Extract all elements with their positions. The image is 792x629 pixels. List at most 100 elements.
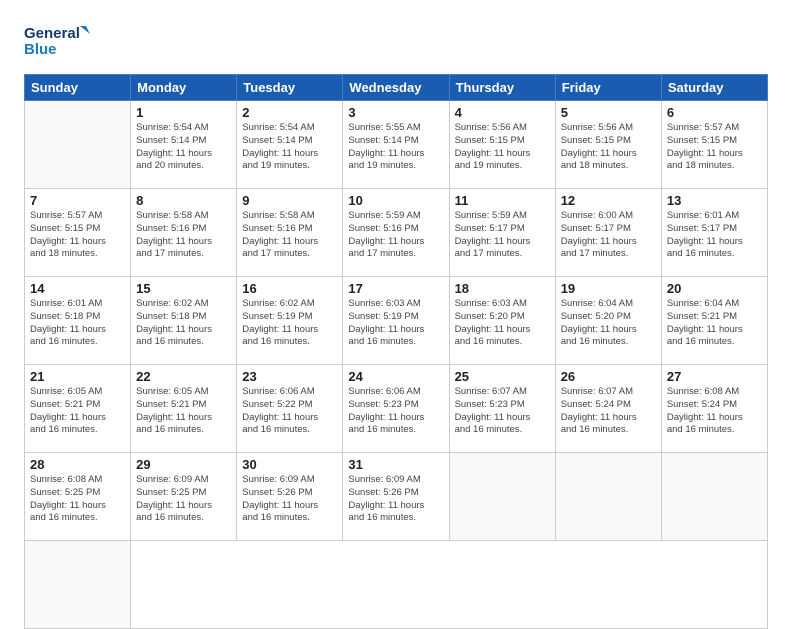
day-info: Sunrise: 5:57 AMSunset: 5:15 PMDaylight:… xyxy=(667,122,762,173)
day-number: 1 xyxy=(136,105,231,120)
day-number: 15 xyxy=(136,281,231,296)
day-number: 7 xyxy=(30,193,125,208)
calendar-row-5 xyxy=(25,541,768,629)
day-number: 8 xyxy=(136,193,231,208)
day-number: 4 xyxy=(455,105,550,120)
calendar-day-empty xyxy=(555,453,661,541)
day-info: Sunrise: 6:01 AMSunset: 5:17 PMDaylight:… xyxy=(667,210,762,261)
day-number: 21 xyxy=(30,369,125,384)
day-number: 25 xyxy=(455,369,550,384)
weekday-header-thursday: Thursday xyxy=(449,75,555,101)
logo-svg: General Blue xyxy=(24,20,94,64)
day-info: Sunrise: 5:57 AMSunset: 5:15 PMDaylight:… xyxy=(30,210,125,261)
day-info: Sunrise: 6:07 AMSunset: 5:23 PMDaylight:… xyxy=(455,386,550,437)
calendar-day-15: 15 Sunrise: 6:02 AMSunset: 5:18 PMDayligh… xyxy=(131,277,237,365)
day-info: Sunrise: 6:08 AMSunset: 5:25 PMDaylight:… xyxy=(30,474,125,525)
calendar-day-20: 20Sunrise: 6:04 AMSunset: 5:21 PMDayligh… xyxy=(661,277,767,365)
calendar-day-19: 19 Sunrise: 6:04 AMSunset: 5:20 PMDayligh… xyxy=(555,277,661,365)
day-number: 9 xyxy=(242,193,337,208)
day-number: 6 xyxy=(667,105,762,120)
calendar-day-11: 11 Sunrise: 5:59 AMSunset: 5:17 PMDayligh… xyxy=(449,189,555,277)
day-number: 10 xyxy=(348,193,443,208)
calendar-day-6: 6 Sunrise: 5:57 AMSunset: 5:15 PMDaylight… xyxy=(661,101,767,189)
day-info: Sunrise: 6:00 AMSunset: 5:17 PMDaylight:… xyxy=(561,210,656,261)
calendar-day-13: 13Sunrise: 6:01 AMSunset: 5:17 PMDayligh… xyxy=(661,189,767,277)
calendar-day-empty xyxy=(449,453,555,541)
day-info: Sunrise: 5:59 AMSunset: 5:16 PMDaylight:… xyxy=(348,210,443,261)
day-number: 3 xyxy=(348,105,443,120)
day-info: Sunrise: 6:09 AMSunset: 5:26 PMDaylight:… xyxy=(242,474,337,525)
calendar-day-14: 14 Sunrise: 6:01 AMSunset: 5:18 PMDayligh… xyxy=(25,277,131,365)
day-number: 11 xyxy=(455,193,550,208)
day-info: Sunrise: 5:56 AMSunset: 5:15 PMDaylight:… xyxy=(561,122,656,173)
calendar-table: SundayMondayTuesdayWednesdayThursdayFrid… xyxy=(24,74,768,629)
day-info: Sunrise: 6:01 AMSunset: 5:18 PMDaylight:… xyxy=(30,298,125,349)
weekday-header-sunday: Sunday xyxy=(25,75,131,101)
calendar-day-26: 26Sunrise: 6:07 AMSunset: 5:24 PMDayligh… xyxy=(555,365,661,453)
calendar-day-empty xyxy=(25,101,131,189)
weekday-header-tuesday: Tuesday xyxy=(237,75,343,101)
calendar-row-2: 14 Sunrise: 6:01 AMSunset: 5:18 PMDayligh… xyxy=(25,277,768,365)
calendar-day-1: 1 Sunrise: 5:54 AMSunset: 5:14 PMDaylight… xyxy=(131,101,237,189)
weekday-header-row: SundayMondayTuesdayWednesdayThursdayFrid… xyxy=(25,75,768,101)
calendar-day-22: 22Sunrise: 6:05 AMSunset: 5:21 PMDayligh… xyxy=(131,365,237,453)
header: General Blue xyxy=(24,20,768,64)
day-info: Sunrise: 6:07 AMSunset: 5:24 PMDaylight:… xyxy=(561,386,656,437)
day-number: 29 xyxy=(136,457,231,472)
day-number: 30 xyxy=(242,457,337,472)
calendar-day-empty xyxy=(25,541,131,629)
calendar-day-12: 12 Sunrise: 6:00 AMSunset: 5:17 PMDayligh… xyxy=(555,189,661,277)
day-number: 19 xyxy=(561,281,656,296)
day-number: 23 xyxy=(242,369,337,384)
day-info: Sunrise: 6:03 AMSunset: 5:20 PMDaylight:… xyxy=(455,298,550,349)
day-info: Sunrise: 5:54 AMSunset: 5:14 PMDaylight:… xyxy=(242,122,337,173)
weekday-header-friday: Friday xyxy=(555,75,661,101)
day-info: Sunrise: 6:05 AMSunset: 5:21 PMDaylight:… xyxy=(30,386,125,437)
calendar-day-30: 30 Sunrise: 6:09 AMSunset: 5:26 PMDayligh… xyxy=(237,453,343,541)
calendar-day-16: 16 Sunrise: 6:02 AMSunset: 5:19 PMDayligh… xyxy=(237,277,343,365)
calendar-day-2: 2 Sunrise: 5:54 AMSunset: 5:14 PMDaylight… xyxy=(237,101,343,189)
calendar-row-1: 7 Sunrise: 5:57 AMSunset: 5:15 PMDaylight… xyxy=(25,189,768,277)
day-info: Sunrise: 5:58 AMSunset: 5:16 PMDaylight:… xyxy=(242,210,337,261)
day-number: 28 xyxy=(30,457,125,472)
day-info: Sunrise: 6:09 AMSunset: 5:26 PMDaylight:… xyxy=(348,474,443,525)
weekday-header-monday: Monday xyxy=(131,75,237,101)
day-number: 17 xyxy=(348,281,443,296)
day-number: 18 xyxy=(455,281,550,296)
day-info: Sunrise: 6:02 AMSunset: 5:19 PMDaylight:… xyxy=(242,298,337,349)
day-number: 5 xyxy=(561,105,656,120)
calendar-day-9: 9 Sunrise: 5:58 AMSunset: 5:16 PMDaylight… xyxy=(237,189,343,277)
calendar-day-5: 5 Sunrise: 5:56 AMSunset: 5:15 PMDaylight… xyxy=(555,101,661,189)
calendar-day-7: 7 Sunrise: 5:57 AMSunset: 5:15 PMDaylight… xyxy=(25,189,131,277)
day-info: Sunrise: 6:06 AMSunset: 5:23 PMDaylight:… xyxy=(348,386,443,437)
day-number: 20 xyxy=(667,281,762,296)
weekday-header-saturday: Saturday xyxy=(661,75,767,101)
day-info: Sunrise: 6:09 AMSunset: 5:25 PMDaylight:… xyxy=(136,474,231,525)
logo: General Blue xyxy=(24,20,94,64)
day-info: Sunrise: 5:56 AMSunset: 5:15 PMDaylight:… xyxy=(455,122,550,173)
day-info: Sunrise: 6:08 AMSunset: 5:24 PMDaylight:… xyxy=(667,386,762,437)
calendar-day-10: 10 Sunrise: 5:59 AMSunset: 5:16 PMDayligh… xyxy=(343,189,449,277)
calendar-day-24: 24 Sunrise: 6:06 AMSunset: 5:23 PMDayligh… xyxy=(343,365,449,453)
calendar-day-27: 27Sunrise: 6:08 AMSunset: 5:24 PMDayligh… xyxy=(661,365,767,453)
day-info: Sunrise: 6:06 AMSunset: 5:22 PMDaylight:… xyxy=(242,386,337,437)
calendar-row-3: 21 Sunrise: 6:05 AMSunset: 5:21 PMDayligh… xyxy=(25,365,768,453)
day-info: Sunrise: 5:59 AMSunset: 5:17 PMDaylight:… xyxy=(455,210,550,261)
page: General Blue SundayMondayTuesdayWednesda… xyxy=(0,0,792,612)
day-number: 31 xyxy=(348,457,443,472)
calendar-day-4: 4 Sunrise: 5:56 AMSunset: 5:15 PMDaylight… xyxy=(449,101,555,189)
day-info: Sunrise: 6:04 AMSunset: 5:20 PMDaylight:… xyxy=(561,298,656,349)
day-number: 16 xyxy=(242,281,337,296)
calendar-day-3: 3Sunrise: 5:55 AMSunset: 5:14 PMDaylight… xyxy=(343,101,449,189)
day-number: 2 xyxy=(242,105,337,120)
day-number: 12 xyxy=(561,193,656,208)
svg-text:General: General xyxy=(24,25,80,42)
calendar-day-23: 23 Sunrise: 6:06 AMSunset: 5:22 PMDayligh… xyxy=(237,365,343,453)
calendar-day-8: 8Sunrise: 5:58 AMSunset: 5:16 PMDaylight… xyxy=(131,189,237,277)
day-info: Sunrise: 5:54 AMSunset: 5:14 PMDaylight:… xyxy=(136,122,231,173)
day-number: 24 xyxy=(348,369,443,384)
day-info: Sunrise: 6:03 AMSunset: 5:19 PMDaylight:… xyxy=(348,298,443,349)
calendar-row-4: 28 Sunrise: 6:08 AMSunset: 5:25 PMDayligh… xyxy=(25,453,768,541)
day-info: Sunrise: 6:02 AMSunset: 5:18 PMDaylight:… xyxy=(136,298,231,349)
day-number: 14 xyxy=(30,281,125,296)
